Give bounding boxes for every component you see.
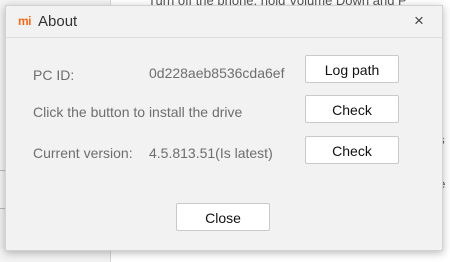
pc-id-label: PC ID: — [33, 67, 75, 83]
dialog-titlebar: mi About × — [6, 6, 442, 38]
pc-id-value: 0d228aeb8536cda6ef — [149, 65, 285, 81]
install-driver-text: Click the button to install the drive — [33, 104, 243, 120]
current-version-label: Current version: — [33, 145, 133, 161]
check-version-button[interactable]: Check — [305, 136, 399, 164]
close-button[interactable]: Close — [176, 203, 270, 231]
close-icon[interactable]: × — [411, 12, 427, 30]
about-dialog: mi About × PC ID: 0d228aeb8536cda6ef Log… — [5, 5, 443, 251]
check-driver-button[interactable]: Check — [305, 95, 399, 123]
mi-logo-icon: mi — [18, 14, 32, 28]
log-path-button[interactable]: Log path — [305, 55, 399, 83]
current-version-value: 4.5.813.51(Is latest) — [149, 145, 273, 161]
dialog-title: About — [38, 13, 78, 30]
